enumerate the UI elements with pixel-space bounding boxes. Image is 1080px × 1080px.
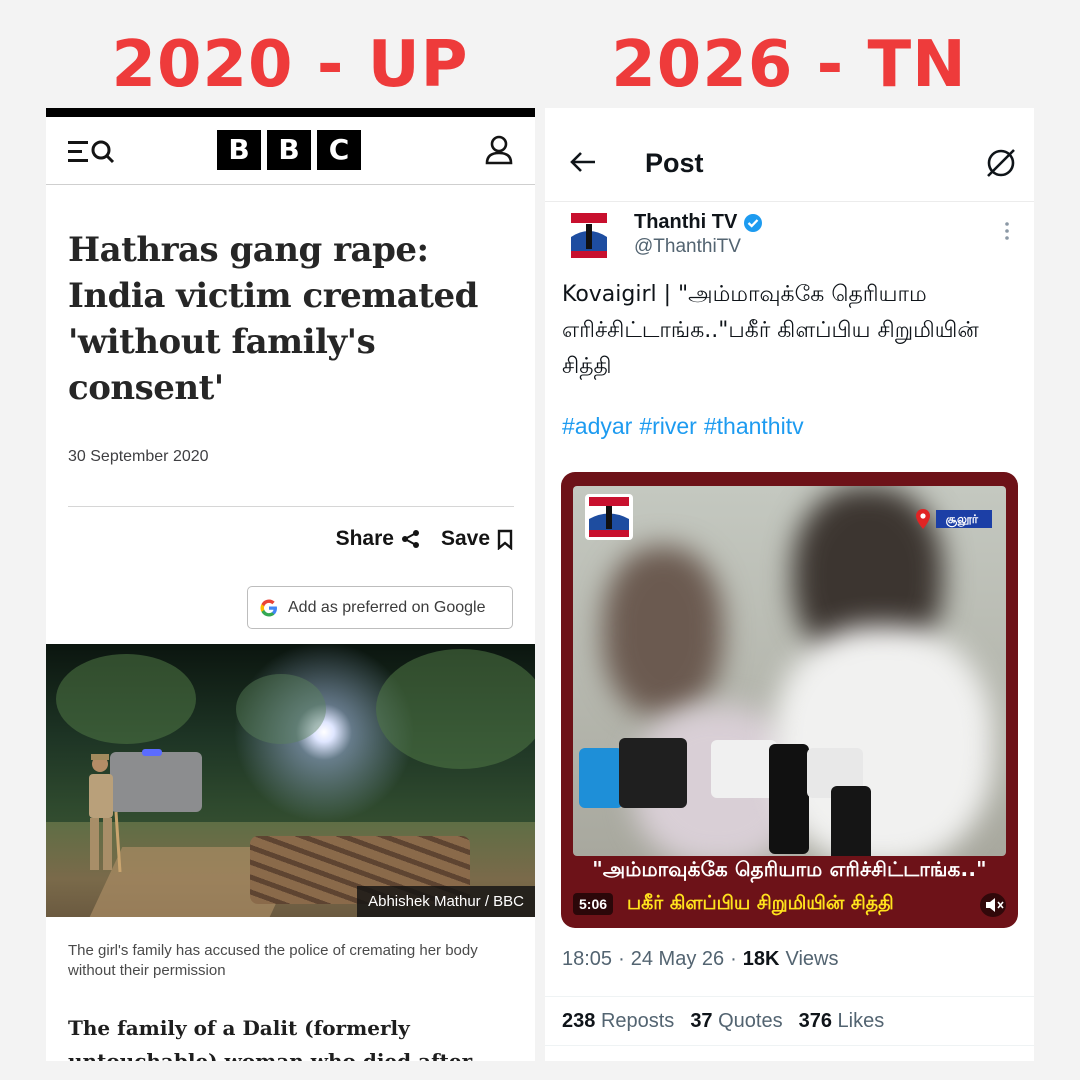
divider (68, 506, 514, 507)
location-pin-icon (915, 509, 930, 529)
cremation-site-photo: Abhishek Mathur / BBC (46, 644, 535, 917)
policeman-figure (89, 754, 122, 873)
thanthi-tv-avatar[interactable] (567, 211, 611, 259)
blurred-girl (603, 546, 723, 716)
share-icon (401, 530, 419, 548)
save-button[interactable]: Save (441, 527, 513, 551)
heading-2020-up: 2020 - UP (111, 28, 469, 102)
hashtags: #adyar #river #thanthitv (562, 413, 804, 440)
add-preferred-google-button[interactable]: Add as preferred on Google (247, 586, 513, 629)
reposts-label: Reposts (600, 1010, 675, 1032)
account-icon[interactable] (485, 135, 513, 165)
microphone (579, 748, 623, 808)
hashtag-link[interactable]: #thanthitv (704, 413, 804, 440)
photo-caption: The girl's family has accused the police… (68, 942, 478, 979)
share-label: Share (335, 527, 394, 550)
google-g-icon (260, 599, 277, 616)
share-button[interactable]: Share (336, 527, 421, 551)
bookmark-icon (497, 529, 513, 550)
back-arrow-icon[interactable] (569, 150, 597, 174)
tree-foliage (56, 654, 196, 744)
divider (545, 996, 1034, 997)
engagement-stats: 238 Reposts 37 Quotes 376 Likes (562, 1010, 884, 1033)
microphone (619, 738, 687, 808)
google-button-label: Add as preferred on Google (288, 598, 486, 616)
views-count: 18K (742, 948, 780, 970)
menu-search-icon[interactable] (68, 139, 124, 165)
likes-count: 376 (798, 1010, 832, 1032)
video-caption-line1: "அம்மாவுக்கே தெரியாம எரிச்சிட்டாங்க.." (592, 857, 987, 881)
likes-stat[interactable]: 376 Likes (799, 1010, 885, 1033)
microphone (831, 786, 871, 856)
article-date: 30 September 2020 (68, 448, 209, 465)
quotes-label: Quotes (718, 1010, 783, 1032)
account-name-label: Thanthi TV (634, 211, 738, 233)
post-time: 18:05 (562, 948, 613, 970)
quotes-stat[interactable]: 37 Quotes (690, 1010, 782, 1033)
post-meta: 18:05 · 24 May 26 · 18K Views (562, 948, 839, 970)
share-save-row: Share Save (336, 527, 513, 551)
heading-2026-tn: 2026 - TN (611, 28, 967, 102)
x-post-screenshot: Post Thanthi TV @ThanthiTV Kovaigirl | "… (545, 108, 1034, 1061)
page-title: Post (645, 148, 704, 178)
video-duration: 5:06 (573, 893, 614, 915)
hashtag-link[interactable]: #river (639, 413, 697, 440)
siren-light (142, 749, 162, 756)
photo-credit: Abhishek Mathur / BBC (357, 886, 535, 917)
verified-badge-icon (744, 213, 763, 232)
tree-foliage (376, 649, 535, 769)
bbc-logo-letter: C (317, 130, 361, 170)
quotes-count: 37 (690, 1010, 713, 1032)
grok-icon[interactable] (984, 146, 1018, 180)
views-label: Views (785, 948, 839, 970)
article-headline: Hathras gang rape: India victim cremated… (68, 230, 478, 408)
video-frame: சூலூர் (573, 486, 1006, 856)
post-date: 24 May 26 (630, 948, 725, 970)
bbc-header: B B C (46, 117, 535, 185)
more-options-icon[interactable] (1004, 221, 1010, 241)
hashtag-link[interactable]: #adyar (562, 413, 632, 440)
location-label: சூலூர் (935, 510, 992, 528)
bbc-logo[interactable]: B B C (217, 130, 361, 170)
bbc-logo-letter: B (217, 130, 261, 170)
microphone (711, 740, 777, 798)
location-tag: சூலூர் (915, 508, 992, 530)
account-name[interactable]: Thanthi TV (634, 211, 763, 234)
police-jeep (110, 752, 202, 812)
bbc-logo-letter: B (267, 130, 311, 170)
tree-foliage (236, 674, 326, 744)
reposts-stat[interactable]: 238 Reposts (562, 1010, 674, 1033)
likes-label: Likes (837, 1010, 885, 1032)
tweet-text: Kovaigirl | "அம்மாவுக்கே தெரியாம எரிச்சி… (562, 282, 979, 379)
account-handle[interactable]: @ThanthiTV (634, 236, 741, 258)
video-player[interactable]: சூலூர் "அம்மாவுக்கே தெரியாம எரிச்சிட்டாங… (561, 472, 1018, 928)
microphone (769, 744, 809, 854)
reposts-count: 238 (562, 1010, 596, 1032)
save-label: Save (440, 527, 490, 550)
video-caption-line2: பகீர் கிளப்பிய சிறுமியின் சித்தி (627, 892, 894, 914)
video-controls: 5:06 பகீர் கிளப்பிய சிறுமியின் சித்தி (561, 890, 1018, 920)
article-body-text: The family of a Dalit (formerly untoucha… (68, 1016, 473, 1061)
mute-icon[interactable] (980, 893, 1006, 917)
x-header: Post (545, 108, 1034, 202)
divider (545, 1045, 1034, 1046)
thanthi-tv-logo-icon (585, 494, 633, 540)
bbc-article-screenshot: B B C Hathras gang rape: India victim cr… (46, 108, 535, 1061)
